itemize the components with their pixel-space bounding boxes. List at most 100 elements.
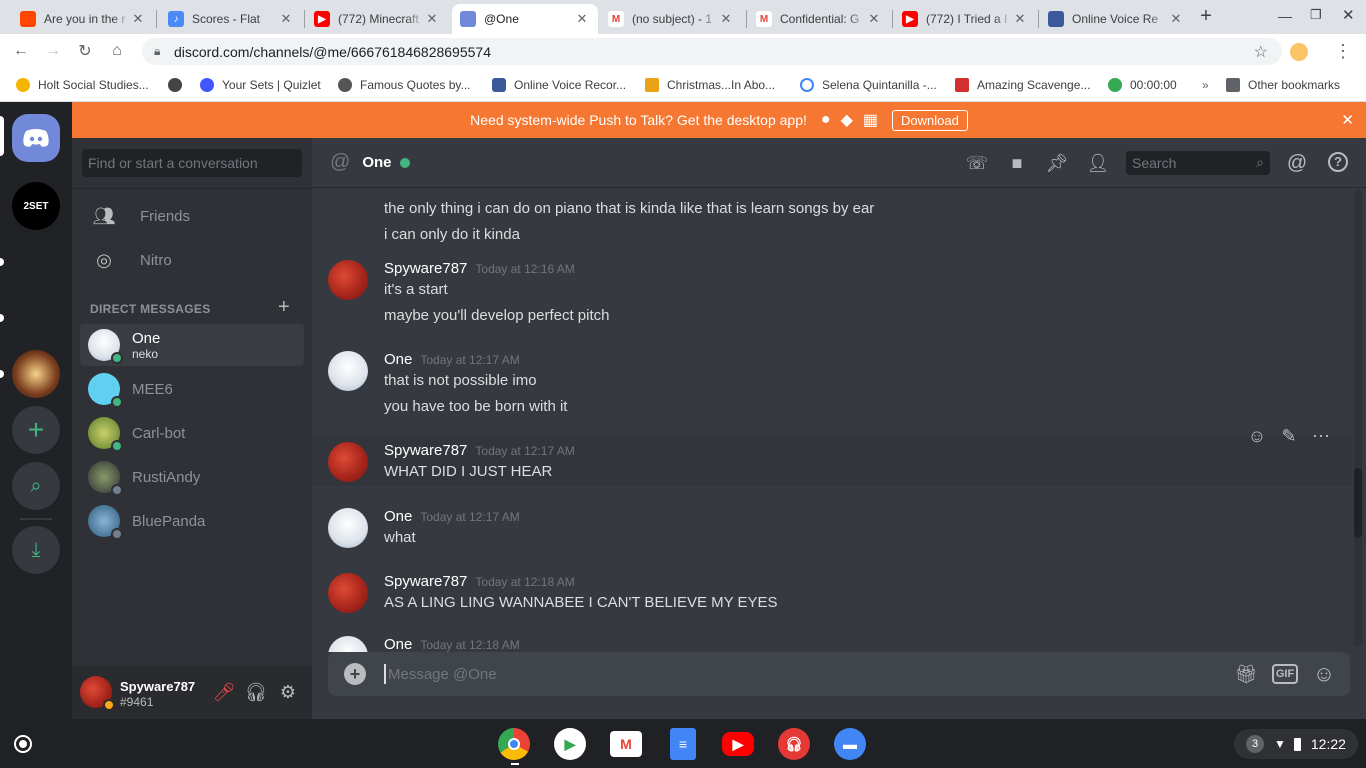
- tab-voice-recorder[interactable]: Online Voice Re ✕: [1040, 4, 1192, 34]
- emoji-icon[interactable]: ☺: [1312, 661, 1336, 686]
- help-icon[interactable]: ?: [1328, 152, 1348, 172]
- close-icon[interactable]: ✕: [1168, 11, 1184, 27]
- headphones-app-icon[interactable]: 🎧︎: [778, 728, 810, 760]
- play-store-icon[interactable]: ▶: [554, 728, 586, 760]
- add-friend-icon[interactable]: 👤︎: [1086, 153, 1110, 173]
- scrollbar-track[interactable]: [1354, 190, 1362, 646]
- add-server-button[interactable]: +: [12, 406, 60, 454]
- server-avatar[interactable]: [12, 350, 60, 398]
- message-author[interactable]: Spyware787 Today at 12:17 AM: [384, 442, 575, 459]
- dm-item-bluepanda[interactable]: BluePanda: [80, 500, 304, 542]
- avatar[interactable]: [328, 260, 368, 300]
- close-icon[interactable]: ✕: [866, 11, 882, 27]
- close-icon[interactable]: ✕: [278, 11, 294, 27]
- dm-item-mee6[interactable]: MEE6: [80, 368, 304, 410]
- download-button[interactable]: Download: [892, 109, 968, 131]
- launcher-icon[interactable]: [14, 735, 32, 753]
- upload-plus-icon[interactable]: +: [344, 663, 366, 685]
- files-icon[interactable]: ▬: [834, 728, 866, 760]
- bookmark-holt[interactable]: Holt Social Studies...: [16, 75, 149, 95]
- avatar[interactable]: [328, 442, 368, 482]
- tab-youtube-tried[interactable]: ▶ (772) I Tried a I ✕: [894, 4, 1036, 34]
- voice-call-icon[interactable]: ☏: [966, 153, 989, 173]
- bookmark-quizlet[interactable]: Your Sets | Quizlet: [200, 75, 321, 95]
- message-author[interactable]: Spyware787 Today at 12:16 AM: [384, 260, 575, 277]
- bookmark-selena[interactable]: Selena Quintanilla -...: [800, 75, 937, 95]
- more-bookmarks-chevron-icon[interactable]: »: [1202, 75, 1209, 95]
- folder-icon: [1226, 78, 1240, 92]
- avatar[interactable]: [328, 508, 368, 548]
- close-icon[interactable]: ✕: [1012, 11, 1028, 27]
- close-icon[interactable]: ✕: [130, 11, 146, 27]
- gift-icon[interactable]: 🎁︎: [1234, 663, 1258, 685]
- bookmark-famous-quotes[interactable]: Famous Quotes by...: [338, 75, 471, 95]
- bookmark-online-voice[interactable]: Online Voice Recor...: [492, 75, 626, 95]
- home-icon[interactable]: ⌂: [104, 39, 130, 63]
- edit-pencil-icon[interactable]: ✎: [1278, 425, 1300, 447]
- explore-servers-button[interactable]: ⌕: [12, 462, 60, 510]
- tab-gmail-confidential[interactable]: M Confidential: G ✕: [748, 4, 890, 34]
- dm-item-carl-bot[interactable]: Carl-bot: [80, 412, 304, 454]
- gif-button[interactable]: GIF: [1272, 664, 1298, 684]
- nav-nitro[interactable]: ◎ Nitro: [80, 239, 304, 281]
- tab-reddit[interactable]: Are you in the r ✕: [12, 4, 154, 34]
- message-input[interactable]: Message @One: [388, 666, 497, 683]
- avatar[interactable]: [328, 636, 368, 652]
- dm-item-rustiandy[interactable]: RustiAndy: [80, 456, 304, 498]
- back-arrow-icon[interactable]: ←: [8, 39, 34, 63]
- restore-icon[interactable]: ❐: [1310, 7, 1326, 23]
- avatar[interactable]: [328, 573, 368, 613]
- user-avatar[interactable]: [80, 676, 115, 711]
- close-banner-icon[interactable]: ✕: [1341, 111, 1354, 129]
- search-input[interactable]: Search ⌕: [1126, 151, 1270, 175]
- new-tab-button[interactable]: +: [1196, 5, 1216, 27]
- pin-icon[interactable]: 📌︎: [1046, 153, 1069, 173]
- message-author[interactable]: One Today at 12:17 AM: [384, 351, 520, 368]
- reload-icon[interactable]: ↻: [72, 39, 98, 63]
- other-bookmarks[interactable]: Other bookmarks: [1226, 75, 1340, 95]
- address-bar[interactable]: 🔒︎ discord.com/channels/@me/666761846828…: [142, 38, 1282, 65]
- mentions-icon[interactable]: @: [1286, 152, 1308, 174]
- tab-flat[interactable]: ♪ Scores - Flat ✕: [160, 4, 302, 34]
- youtube-icon[interactable]: ▶: [722, 732, 754, 756]
- forward-arrow-icon[interactable]: →: [40, 39, 66, 63]
- message-author[interactable]: One Today at 12:18 AM: [384, 636, 520, 652]
- menu-kebab-icon[interactable]: ⋮: [1330, 39, 1356, 63]
- window-close-icon[interactable]: ✕: [1342, 6, 1358, 24]
- tab-gmail-no-subject[interactable]: M (no subject) - 1 ✕: [600, 4, 742, 34]
- bookmark-christmas[interactable]: Christmas...In Abo...: [645, 75, 775, 95]
- more-options-icon[interactable]: ⋯: [1310, 425, 1332, 447]
- system-tray[interactable]: 3 ▼ 12:22: [1234, 729, 1358, 759]
- tab-youtube-minecraft[interactable]: ▶ (772) Minecraft ✕: [306, 4, 448, 34]
- tab-discord-active[interactable]: @One ✕: [452, 4, 598, 34]
- message-group: the only thing i can do on piano that is…: [312, 188, 1352, 243]
- docs-icon[interactable]: ≡: [670, 728, 696, 760]
- message-author[interactable]: One Today at 12:17 AM: [384, 508, 520, 525]
- add-reaction-icon[interactable]: ☺: [1246, 425, 1268, 447]
- headphones-icon[interactable]: 🎧︎: [245, 682, 268, 702]
- create-dm-plus-icon[interactable]: +: [278, 296, 290, 319]
- server-2set[interactable]: 2SET: [12, 182, 60, 230]
- close-icon[interactable]: ✕: [574, 11, 590, 27]
- close-icon[interactable]: ✕: [718, 11, 734, 27]
- mute-microphone-icon[interactable]: 🎤︎: [213, 682, 236, 702]
- bookmark-scavenger[interactable]: Amazing Scavenge...: [955, 75, 1090, 95]
- download-apps-button[interactable]: ⤓: [12, 526, 60, 574]
- message-author[interactable]: Spyware787 Today at 12:18 AM: [384, 573, 575, 590]
- minimize-icon[interactable]: —: [1278, 8, 1294, 24]
- avatar[interactable]: [328, 351, 368, 391]
- video-call-icon[interactable]: ■: [1006, 153, 1028, 173]
- chrome-icon[interactable]: [498, 728, 530, 760]
- discord-home-button[interactable]: [12, 114, 60, 162]
- star-icon[interactable]: ☆: [1254, 42, 1268, 62]
- gmail-icon[interactable]: M: [610, 731, 642, 757]
- nav-friends[interactable]: 👥︎ Friends: [80, 195, 304, 237]
- bookmark-globe[interactable]: [168, 75, 190, 95]
- scrollbar-thumb[interactable]: [1354, 468, 1362, 538]
- find-conversation-input[interactable]: Find or start a conversation: [82, 149, 302, 177]
- settings-gear-icon[interactable]: ⚙: [278, 682, 298, 702]
- dm-item-one[interactable]: One neko: [80, 324, 304, 366]
- close-icon[interactable]: ✕: [424, 11, 440, 27]
- bookmark-timer[interactable]: 00:00:00: [1108, 75, 1177, 95]
- extension-icon[interactable]: [1290, 43, 1308, 61]
